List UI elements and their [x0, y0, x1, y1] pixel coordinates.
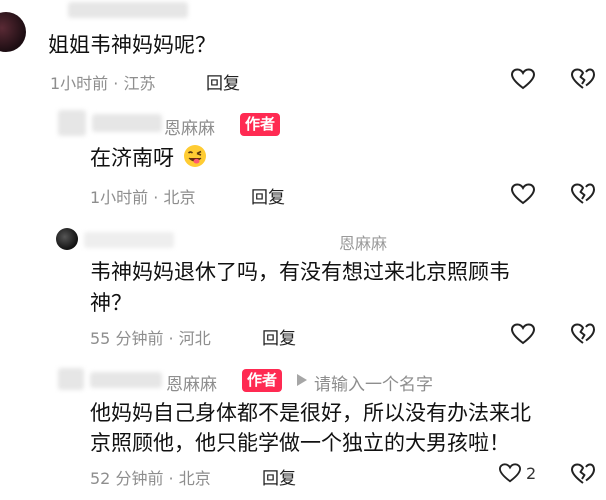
comment-time: 1小时前 [50, 74, 109, 93]
comment-meta: 1小时前 · 北京 [90, 184, 195, 208]
broken-heart-icon[interactable] [570, 462, 596, 486]
author-badge: 作者 [242, 369, 283, 392]
comment-time: 55 分钟前 [90, 329, 164, 348]
comment-text-line-1: 他妈妈自己身体都不是很好，所以没有办法来北 [90, 401, 531, 425]
comment-text-line-2: 神？ [90, 291, 132, 315]
meta-separator: · [148, 188, 164, 207]
blurred-avatar [58, 368, 84, 390]
comment-meta: 52 分钟前 · 北京 [90, 465, 211, 489]
blurred-username [84, 232, 174, 248]
heart-icon[interactable] [510, 182, 536, 206]
broken-heart-icon[interactable] [570, 182, 596, 206]
meta-separator: · [163, 469, 179, 488]
comment-text: 姐姐韦神妈妈呢？ [48, 33, 216, 57]
heart-icon[interactable] [510, 322, 536, 346]
meta-separator: · [163, 329, 179, 348]
avatar[interactable] [0, 12, 26, 52]
heart-icon[interactable] [510, 67, 536, 91]
comment-location: 江苏 [123, 74, 156, 93]
avatar[interactable] [56, 228, 78, 250]
triangle-right-icon [297, 374, 307, 386]
reply-button[interactable]: 回复 [206, 69, 240, 94]
blurred-username [92, 114, 162, 132]
comment-meta: 55 分钟前 · 河北 [90, 325, 211, 349]
author-badge: 作者 [240, 113, 281, 136]
meta-separator: · [108, 74, 124, 93]
winking-tongue-emoji-icon [183, 145, 206, 167]
heart-icon[interactable] [498, 462, 522, 484]
blurred-avatar [58, 110, 86, 136]
reply-target-name[interactable]: 请输入一个名字 [314, 370, 433, 395]
author-name[interactable]: 恩麻麻 [339, 230, 387, 254]
blurred-username [68, 2, 188, 18]
broken-heart-icon[interactable] [570, 67, 596, 91]
comment-text-line-2: 京照顾他，他只能学做一个独立的大男孩啦！ [90, 431, 510, 455]
comment-text: 在济南呀 [90, 143, 207, 174]
author-name[interactable]: 恩麻麻 [164, 114, 215, 139]
reply-button[interactable]: 回复 [262, 464, 296, 489]
broken-heart-icon[interactable] [570, 322, 596, 346]
comment-time: 52 分钟前 [90, 469, 164, 488]
comment-meta: 1小时前 · 江苏 [50, 70, 155, 94]
comment-text-content: 在济南呀 [90, 146, 174, 170]
reply-button[interactable]: 回复 [262, 324, 296, 349]
blurred-username [90, 372, 162, 388]
reply-button[interactable]: 回复 [251, 183, 285, 208]
comment-text-line-1: 韦神妈妈退休了吗，有没有想过来北京照顾韦 [90, 260, 510, 284]
comment-location: 河北 [178, 329, 211, 348]
author-name[interactable]: 恩麻麻 [166, 370, 217, 395]
comment-time: 1小时前 [90, 188, 149, 207]
comment-location: 北京 [163, 188, 196, 207]
like-count: 2 [526, 464, 537, 483]
comment-location: 北京 [178, 469, 211, 488]
